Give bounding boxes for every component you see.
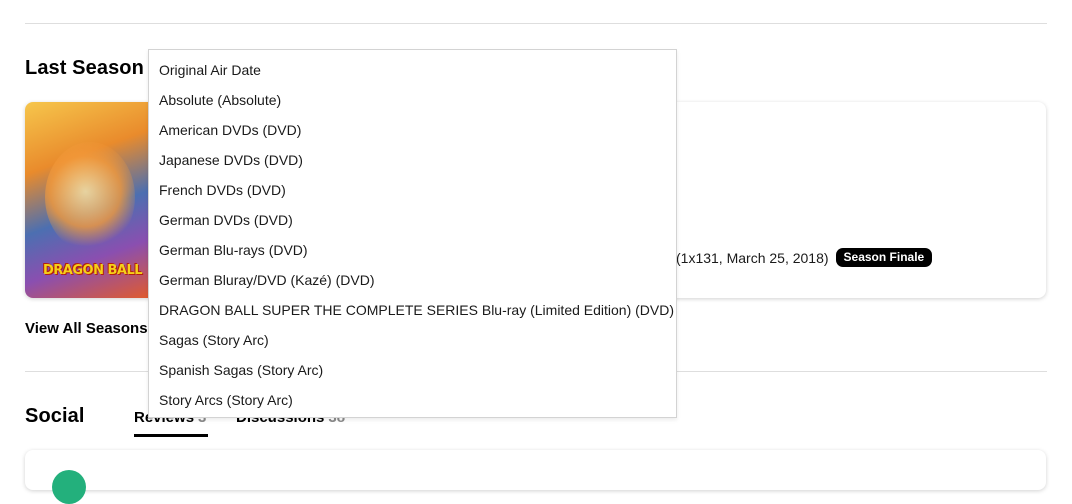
- active-tab-indicator: [134, 434, 208, 437]
- order-option-original-air-date[interactable]: Original Air Date: [149, 55, 676, 85]
- order-option-sagas[interactable]: Sagas (Story Arc): [149, 325, 676, 355]
- order-option-absolute[interactable]: Absolute (Absolute): [149, 85, 676, 115]
- poster-art: [45, 142, 135, 252]
- order-option-french-dvds[interactable]: French DVDs (DVD): [149, 175, 676, 205]
- order-option-japanese-dvds[interactable]: Japanese DVDs (DVD): [149, 145, 676, 175]
- top-divider: [25, 23, 1047, 24]
- order-option-german-blu-rays[interactable]: German Blu-rays (DVD): [149, 235, 676, 265]
- episode-order-dropdown[interactable]: Original Air Date Absolute (Absolute) Am…: [148, 49, 677, 418]
- order-option-story-arcs[interactable]: Story Arcs (Story Arc): [149, 385, 676, 415]
- avatar[interactable]: [52, 470, 86, 504]
- last-season-heading: Last Season: [25, 57, 144, 79]
- review-card: [25, 450, 1046, 504]
- order-option-american-dvds[interactable]: American DVDs (DVD): [149, 115, 676, 145]
- season-poster[interactable]: DRAGON BALL: [25, 102, 155, 298]
- social-heading: Social: [25, 405, 85, 427]
- last-episode-info: (1x131, March 25, 2018) Season Finale: [676, 248, 933, 267]
- episode-air-info: (1x131, March 25, 2018): [676, 249, 829, 266]
- poster-logo: DRAGON BALL: [42, 263, 143, 278]
- episode-order-options: Original Air Date Absolute (Absolute) Am…: [149, 50, 676, 415]
- order-option-german-dvds[interactable]: German DVDs (DVD): [149, 205, 676, 235]
- order-option-german-bluray-kaze[interactable]: German Bluray/DVD (Kazé) (DVD): [149, 265, 676, 295]
- order-option-complete-series-bluray[interactable]: DRAGON BALL SUPER THE COMPLETE SERIES Bl…: [149, 295, 676, 325]
- season-finale-badge: Season Finale: [835, 248, 933, 267]
- view-all-seasons-link[interactable]: View All Seasons: [25, 320, 148, 337]
- order-option-spanish-sagas[interactable]: Spanish Sagas (Story Arc): [149, 355, 676, 385]
